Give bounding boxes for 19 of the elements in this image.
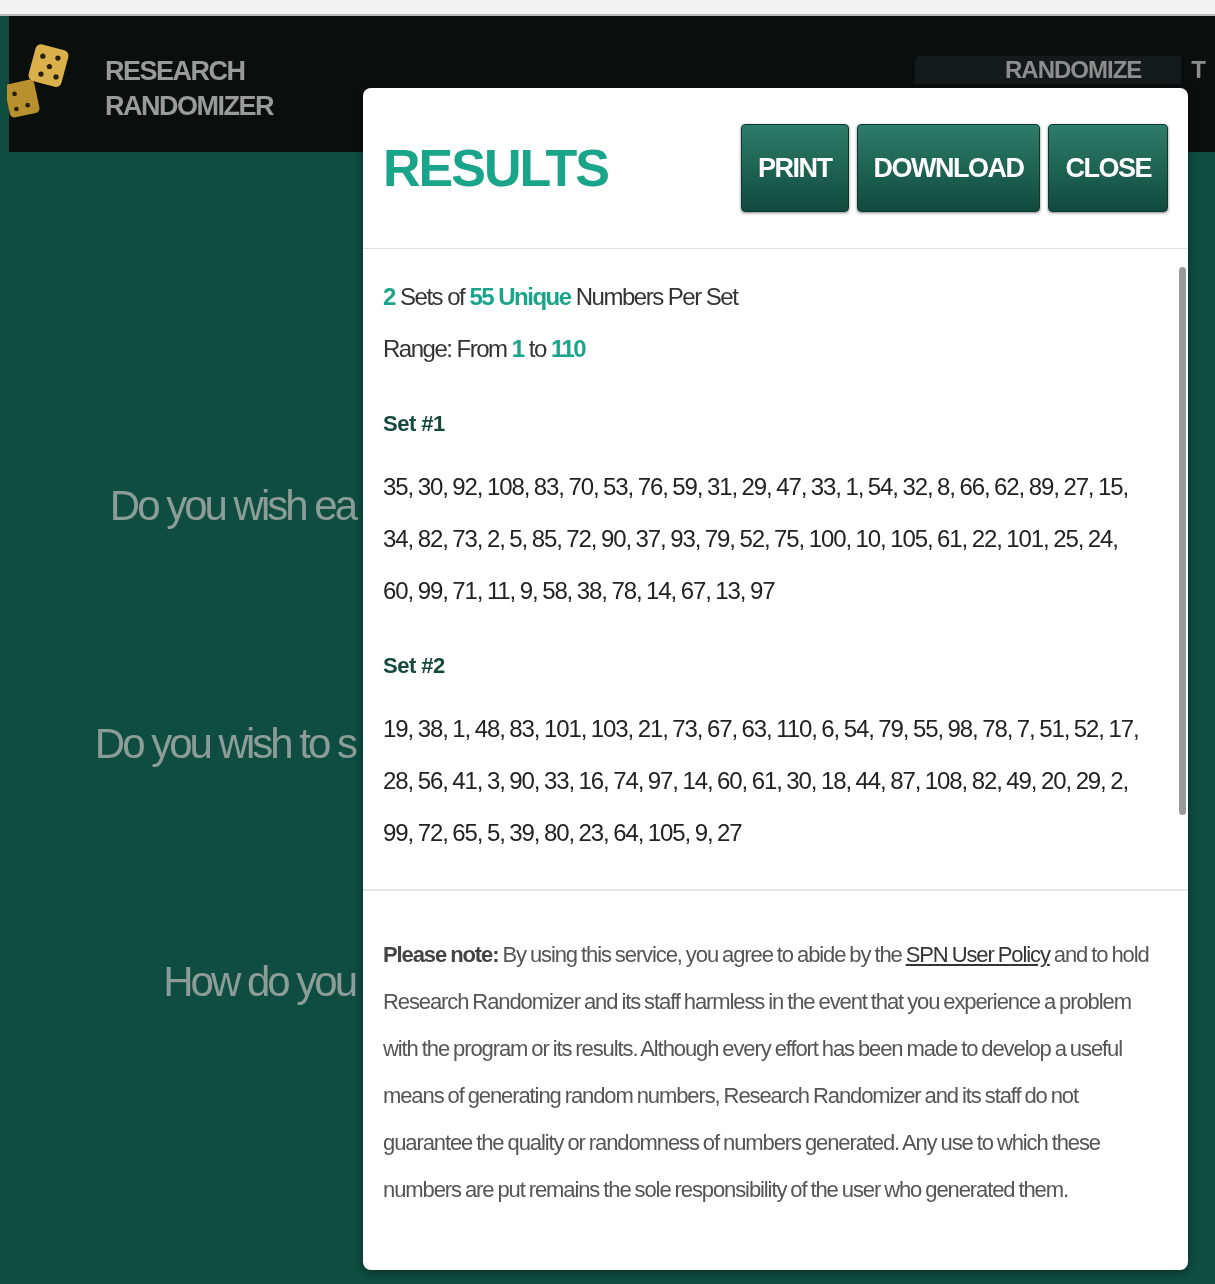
disclaimer-text: Please note: By using this service, you agree to abide by the SPN User Policy and to hold Research Randomizer and its staff harmless in the event that you experience a problem with the program or its results. Although every effort has been made to develop a useful means of generating random numbers, Research Randomizer and its staff do not guarantee the quality or randomness of numbers generated. Any use to which these numbers are put remains the sole responsibility of the user who generated them. (383, 941, 1150, 1204)
close-button[interactable]: CLOSE (1048, 124, 1168, 212)
print-button[interactable]: PRINT (741, 124, 849, 212)
question-text: Do you wish to s (94, 720, 355, 768)
policy-link[interactable]: SPN User Policy (905, 942, 1050, 967)
question-text: How do you (163, 958, 355, 1006)
download-button[interactable]: DOWNLOAD (856, 124, 1041, 212)
summary-text: 2 Sets of 55 Unique Numbers Per Set (383, 282, 739, 312)
nav-link[interactable]: T (1181, 56, 1215, 84)
number-list: 19, 38, 1, 48, 83, 101, 103, 21, 73, 67, 63, 110, 6, 54, 79, 55, 98, 78, 7, 51, 52, 17, 28, 56, 41, 3, 90, 33, 16, 74, 97, 14, 60, 61, 30, 18, 44, 87, 108, 82, 49, 20, 29, 2, 99, 72, 65, 5, 39, 80, 23, 64, 105, 9, 27 (383, 703, 1148, 859)
set-heading: Set #1 (383, 410, 446, 438)
dialog-title: RESULTS (383, 138, 608, 198)
nav-link[interactable]: RANDOMIZE (915, 56, 1182, 84)
set-heading: Set #2 (383, 652, 446, 680)
summary-text: Range: From 1 to 110 (383, 334, 587, 364)
question-text: Do you wish ea (109, 482, 355, 530)
scrollbar-thumb[interactable] (1179, 267, 1186, 815)
logo-text: RESEARCH RANDOMIZER (105, 55, 273, 123)
number-list: 35, 30, 92, 108, 83, 70, 53, 76, 59, 31, 29, 47, 33, 1, 54, 32, 8, 66, 62, 89, 27, 15, 34, 82, 73, 2, 5, 85, 72, 90, 37, 93, 79, 52, 75, 100, 10, 105, 61, 22, 101, 25, 24, 60, 99, 71, 11, 9, 58, 38, 78, 14, 67, 13, 97 (383, 461, 1148, 617)
